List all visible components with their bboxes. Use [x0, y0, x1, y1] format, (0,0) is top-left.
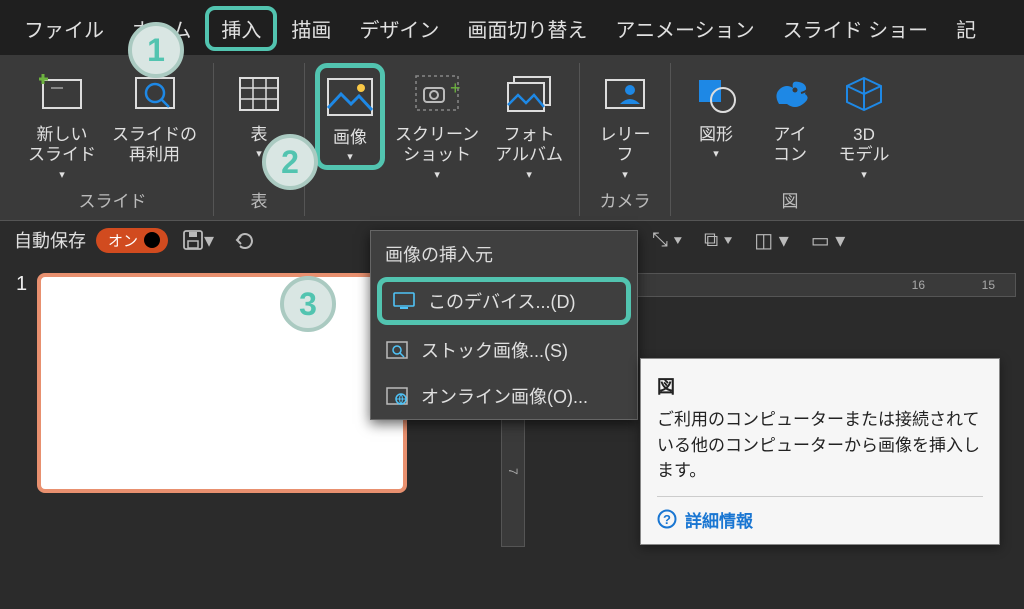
- svg-text:?: ?: [663, 512, 671, 527]
- dropdown-online-pictures[interactable]: オンライン画像(O)...: [371, 373, 637, 419]
- ribbon-insert: 新しい スライド ▾ スライドの 再利用 スライド 表 ▾ 表: [0, 55, 1024, 221]
- table-button[interactable]: 表 ▾: [224, 63, 294, 164]
- picture-button[interactable]: 画像 ▾: [315, 63, 385, 170]
- dropdown-stock-images[interactable]: ストック画像...(S): [371, 327, 637, 373]
- picture-label: 画像: [333, 128, 367, 148]
- icons-label: アイ コン: [773, 125, 807, 166]
- menu-slideshow[interactable]: スライド ショー: [769, 8, 943, 49]
- ribbon-group-camera-label: カメラ: [600, 183, 651, 216]
- ruler-tick: 16: [912, 278, 925, 292]
- online-icon: [385, 386, 409, 406]
- ribbon-group-illustrations: 図形 ▾ アイ コン 3D モデル ▾ 図: [671, 63, 909, 216]
- chevron-down-icon: ▾: [434, 168, 440, 181]
- thumbnail-panel: 1: [8, 273, 407, 545]
- cameo-label: レリー フ: [600, 125, 651, 166]
- ribbon-group-camera: レリー フ ▾ カメラ: [580, 63, 671, 216]
- icons-button[interactable]: アイ コン: [755, 63, 825, 170]
- ribbon-group-slide-label: スライド: [79, 183, 147, 216]
- menu-bar: ファイル ホーム 挿入 描画 デザイン 画面切り替え アニメーション スライド …: [0, 0, 1024, 55]
- photo-album-label: フォト アルバム: [495, 125, 563, 166]
- table-label: 表: [251, 125, 268, 145]
- qat-misc2-icon[interactable]: ▭ ▾: [807, 228, 850, 253]
- dropdown-item-label: オンライン画像(O)...: [421, 383, 588, 409]
- ruler-tick: 7: [506, 468, 520, 475]
- menu-animations[interactable]: アニメーション: [601, 8, 768, 49]
- toggle-knob: [144, 232, 160, 248]
- tooltip-more-info[interactable]: ? 詳細情報: [657, 496, 983, 532]
- menu-insert[interactable]: 挿入: [205, 6, 277, 51]
- new-slide-button[interactable]: 新しい スライド ▾: [22, 63, 102, 185]
- shapes-button[interactable]: 図形 ▾: [681, 63, 751, 164]
- cameo-icon: [602, 67, 648, 121]
- help-icon: ?: [657, 509, 677, 529]
- shapes-icon: [693, 67, 739, 121]
- device-icon: [392, 291, 416, 311]
- 3d-model-icon: [841, 67, 887, 121]
- chevron-down-icon: ▾: [622, 168, 628, 181]
- table-icon: [236, 67, 282, 121]
- photo-album-button[interactable]: フォト アルバム ▾: [489, 63, 569, 185]
- ribbon-group-illustrations-label: 図: [782, 183, 799, 216]
- 3d-model-label: 3D モデル: [839, 125, 890, 166]
- slide-thumb-number: 1: [16, 273, 27, 545]
- undo-icon[interactable]: [228, 229, 258, 251]
- reuse-slide-button[interactable]: スライドの 再利用: [106, 63, 203, 170]
- autosave-toggle[interactable]: オン: [96, 228, 168, 253]
- tooltip-picture: 図 ご利用のコンピューターまたは接続されている他のコンピューターから画像を挿入し…: [640, 358, 1000, 545]
- picture-insert-dropdown: 画像の挿入元 このデバイス...(D) ストック画像...(S) オンライン画像…: [370, 230, 638, 420]
- tooltip-body: ご利用のコンピューターまたは接続されている他のコンピューターから画像を挿入します…: [657, 407, 983, 484]
- chevron-down-icon: ▾: [713, 147, 719, 160]
- stock-icon: [385, 340, 409, 360]
- menu-record[interactable]: 記: [942, 8, 990, 49]
- save-icon[interactable]: ▾: [178, 228, 218, 253]
- ribbon-group-images-label: [440, 183, 445, 211]
- dropdown-item-label: このデバイス...(D): [428, 288, 575, 314]
- tooltip-title: 図: [657, 373, 983, 399]
- chevron-down-icon: ▾: [256, 147, 262, 160]
- tooltip-link-label: 詳細情報: [685, 507, 753, 532]
- chevron-down-icon: ▾: [59, 168, 65, 181]
- dropdown-item-label: ストック画像...(S): [421, 337, 568, 363]
- screenshot-label: スクリーン ショット: [395, 125, 479, 166]
- svg-text:+: +: [450, 78, 460, 98]
- slide-thumbnail[interactable]: [37, 273, 407, 493]
- reuse-slide-icon: [132, 67, 178, 121]
- autosave-label: 自動保存: [14, 227, 86, 253]
- ribbon-group-table: 表 ▾ 表: [214, 63, 305, 216]
- screenshot-button[interactable]: + スクリーン ショット ▾: [389, 63, 485, 185]
- dropdown-header: 画像の挿入元: [371, 231, 637, 275]
- chevron-down-icon: ▾: [861, 168, 867, 181]
- screenshot-icon: +: [414, 67, 460, 121]
- dropdown-this-device[interactable]: このデバイス...(D): [377, 277, 631, 325]
- menu-design[interactable]: デザイン: [345, 8, 453, 49]
- qat-misc1-icon[interactable]: ◫ ▾: [750, 228, 793, 253]
- reuse-slide-label: スライドの 再利用: [112, 125, 197, 166]
- menu-file[interactable]: ファイル: [10, 8, 118, 49]
- chevron-down-icon: ▾: [526, 168, 532, 181]
- qat-arrange-icon[interactable]: ⧉ ▾: [700, 228, 736, 253]
- ribbon-group-images: 画像 ▾ + スクリーン ショット ▾ フォト アルバム ▾: [305, 63, 580, 216]
- autosave-state: オン: [108, 230, 138, 251]
- new-slide-label: 新しい スライド: [28, 125, 96, 166]
- ribbon-group-table-label: 表: [251, 183, 268, 216]
- new-slide-icon: [39, 67, 85, 121]
- photo-album-icon: [504, 67, 554, 121]
- cameo-button[interactable]: レリー フ ▾: [590, 63, 660, 185]
- icons-icon: [767, 67, 813, 121]
- menu-draw[interactable]: 描画: [277, 8, 345, 49]
- menu-transitions[interactable]: 画面切り替え: [453, 8, 601, 49]
- shapes-label: 図形: [699, 125, 733, 145]
- ribbon-group-slide: 新しい スライド ▾ スライドの 再利用 スライド: [12, 63, 214, 216]
- qat-line-icon[interactable]: ⤡ ▾: [648, 228, 686, 253]
- chevron-down-icon: ▾: [347, 150, 353, 163]
- picture-icon: [325, 70, 375, 124]
- menu-home[interactable]: ホーム: [118, 8, 205, 49]
- ruler-tick: 15: [982, 278, 995, 292]
- 3d-model-button[interactable]: 3D モデル ▾: [829, 63, 899, 185]
